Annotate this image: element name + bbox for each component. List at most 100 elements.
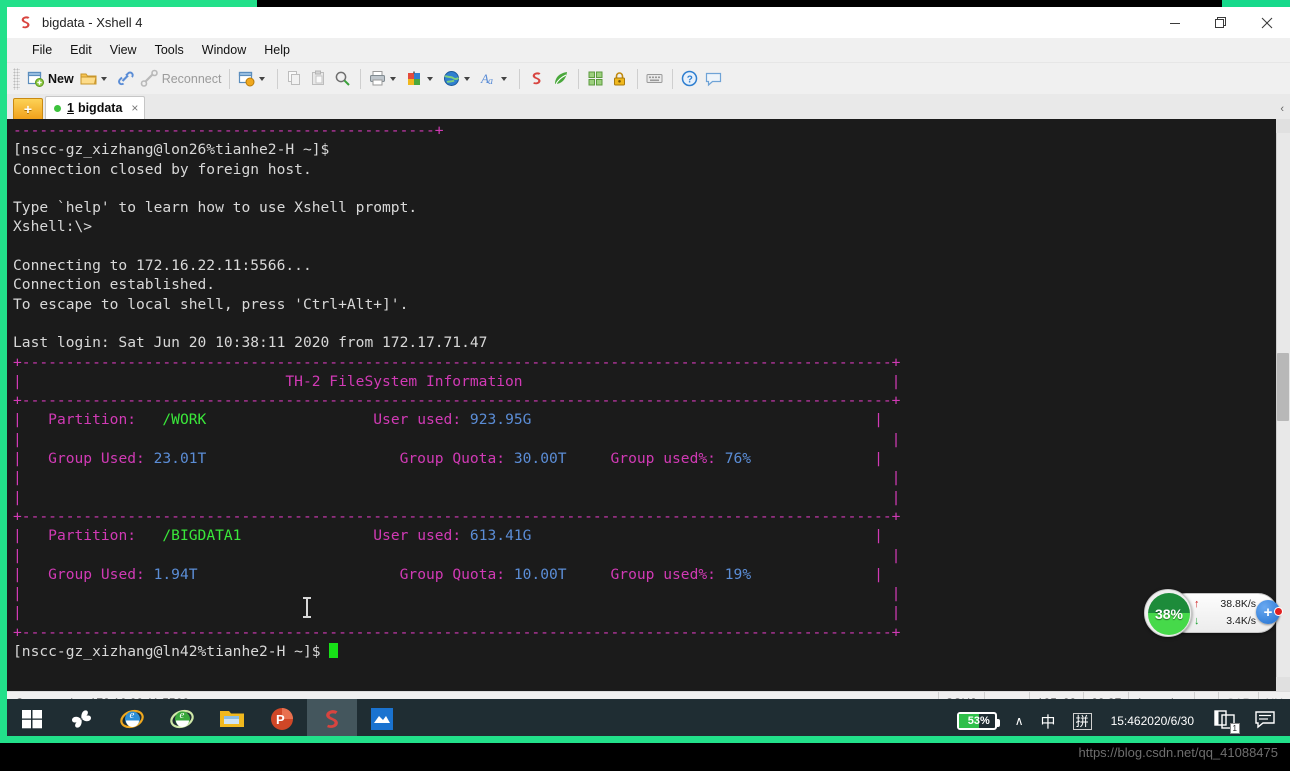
menu-window[interactable]: Window — [193, 40, 255, 60]
lock-icon — [611, 70, 629, 88]
globe-caret[interactable] — [464, 76, 471, 81]
terminal-span: | | — [13, 546, 901, 564]
toolbar-separator-7 — [672, 68, 674, 89]
terminal-line: +---------------------------------------… — [13, 353, 1276, 372]
terminal-span: +---------------------------------------… — [13, 623, 901, 641]
terminal-line: Connecting to 172.16.22.11:5566... — [13, 256, 1276, 275]
xshell-icon — [528, 70, 546, 88]
open-folder-button[interactable] — [77, 66, 114, 92]
menu-help[interactable]: Help — [255, 40, 299, 60]
terminal-line: | TH-2 FileSystem Information | — [13, 372, 1276, 391]
download-arrow-icon: ↓ — [1194, 615, 1200, 627]
ime-mode-label: 拼 — [1072, 712, 1092, 730]
tab-overflow-button[interactable]: ‹ — [1280, 103, 1284, 115]
terminal-line: [nscc-gz_xizhang@ln42%tianhe2-H ~]$ — [13, 642, 1276, 661]
capture-border-top — [7, 0, 257, 7]
menu-edit[interactable]: Edit — [61, 40, 101, 60]
copy-icon — [286, 70, 304, 88]
xshell-window: bigdata - Xshell 4 File Edit View Tools … — [7, 7, 1290, 736]
terminal-span: | | — [13, 469, 901, 487]
layout-caret[interactable] — [427, 76, 434, 81]
new-tab-button[interactable]: + — [13, 98, 43, 119]
menu-view[interactable]: View — [101, 40, 146, 60]
session-manager-button[interactable] — [235, 66, 272, 92]
close-button[interactable] — [1244, 7, 1290, 38]
terminal-span: 923.95G — [469, 411, 532, 429]
restore-button[interactable] — [1198, 7, 1244, 38]
internet-explorer-icon: e — [119, 707, 145, 736]
terminal-span — [567, 450, 611, 467]
session-caret[interactable] — [259, 76, 266, 81]
open-folder-caret[interactable] — [100, 76, 107, 81]
terminal-line: | | — [13, 468, 1276, 487]
network-speed-widget[interactable]: ↑ 38.8K/s ↓ 3.4K/s + 38% — [1144, 589, 1283, 637]
terminal-span: 613.41G — [469, 527, 532, 545]
xshell-button[interactable] — [525, 66, 549, 92]
globe-button[interactable] — [440, 66, 477, 92]
reconnect-icon — [140, 69, 159, 88]
terminal-line: Xshell:\> — [13, 217, 1276, 236]
terminal-span — [206, 411, 373, 428]
paste-icon — [310, 70, 328, 88]
terminal-line: | | — [13, 546, 1276, 565]
download-speed: 3.4K/s — [1226, 615, 1256, 627]
minimize-button[interactable] — [1152, 7, 1198, 38]
terminal-span: Group Quota: — [399, 450, 514, 468]
speed-expand-button[interactable]: + — [1256, 600, 1283, 624]
find-button[interactable] — [331, 66, 355, 92]
connect-button[interactable] — [114, 66, 138, 92]
powerpoint-icon: P — [270, 707, 294, 736]
scroll-up-button[interactable] — [1276, 119, 1290, 133]
close-icon[interactable]: × — [131, 101, 138, 115]
tab-index: 1 — [67, 101, 74, 115]
terminal-span: Partition: — [48, 527, 163, 545]
menu-file[interactable]: File — [23, 40, 61, 60]
terminal-span: | | — [13, 488, 901, 506]
chat-button[interactable] — [702, 66, 726, 92]
terminal-output[interactable]: ----------------------------------------… — [7, 119, 1276, 691]
toolbar-grip[interactable] — [13, 67, 20, 90]
lock-button[interactable] — [608, 66, 632, 92]
terminal-line: | Partition: /WORK User used: 923.95G | — [13, 410, 1276, 429]
help-button[interactable]: ? — [678, 66, 702, 92]
printer-icon — [369, 70, 387, 88]
new-session-button[interactable]: New — [24, 66, 77, 92]
terminal-span: Group Quota: — [399, 565, 514, 583]
font-button[interactable]: A a — [477, 66, 514, 92]
layout-button[interactable] — [403, 66, 440, 92]
chevron-up-icon: ∧ — [1014, 714, 1024, 728]
svg-text:e: e — [130, 709, 135, 721]
terminal-span: | — [751, 565, 883, 583]
clock-time: 15:46 — [1110, 713, 1141, 728]
terminal-span: User used: — [373, 411, 470, 429]
memory-percent: 38% — [1154, 606, 1184, 622]
menu-tools[interactable]: Tools — [146, 40, 193, 60]
print-button[interactable] — [366, 66, 403, 92]
xftp-button[interactable] — [549, 66, 573, 92]
copy-button[interactable] — [283, 66, 307, 92]
terminal-span — [198, 566, 400, 583]
scroll-down-button[interactable] — [1276, 677, 1290, 691]
terminal-span: Group used%: — [610, 565, 725, 583]
scrollbar-thumb[interactable] — [1277, 353, 1289, 421]
tab-bar: + 1 bigdata × ‹ — [7, 94, 1290, 119]
keyboard-button[interactable] — [643, 66, 667, 92]
terminal-span: | — [13, 450, 49, 468]
font-caret[interactable] — [501, 76, 508, 81]
terminal-line: Connection closed by foreign host. — [13, 160, 1276, 179]
tab-bigdata[interactable]: 1 bigdata × — [45, 96, 146, 119]
memory-gauge[interactable]: 38% — [1144, 589, 1192, 637]
session-manager-icon — [238, 70, 256, 88]
window-count-badge: 1 — [1229, 723, 1240, 734]
keyboard-icon — [646, 70, 664, 88]
watermark: https://blog.csdn.net/qq_41088475 — [1078, 745, 1279, 760]
terminal-span: 23.01T — [153, 450, 207, 468]
terminal-span: | — [13, 565, 49, 583]
xshell-logo-icon — [17, 14, 35, 32]
print-caret[interactable] — [390, 76, 397, 81]
arrange-button[interactable] — [584, 66, 608, 92]
paste-button[interactable] — [307, 66, 331, 92]
search-icon — [334, 70, 352, 88]
